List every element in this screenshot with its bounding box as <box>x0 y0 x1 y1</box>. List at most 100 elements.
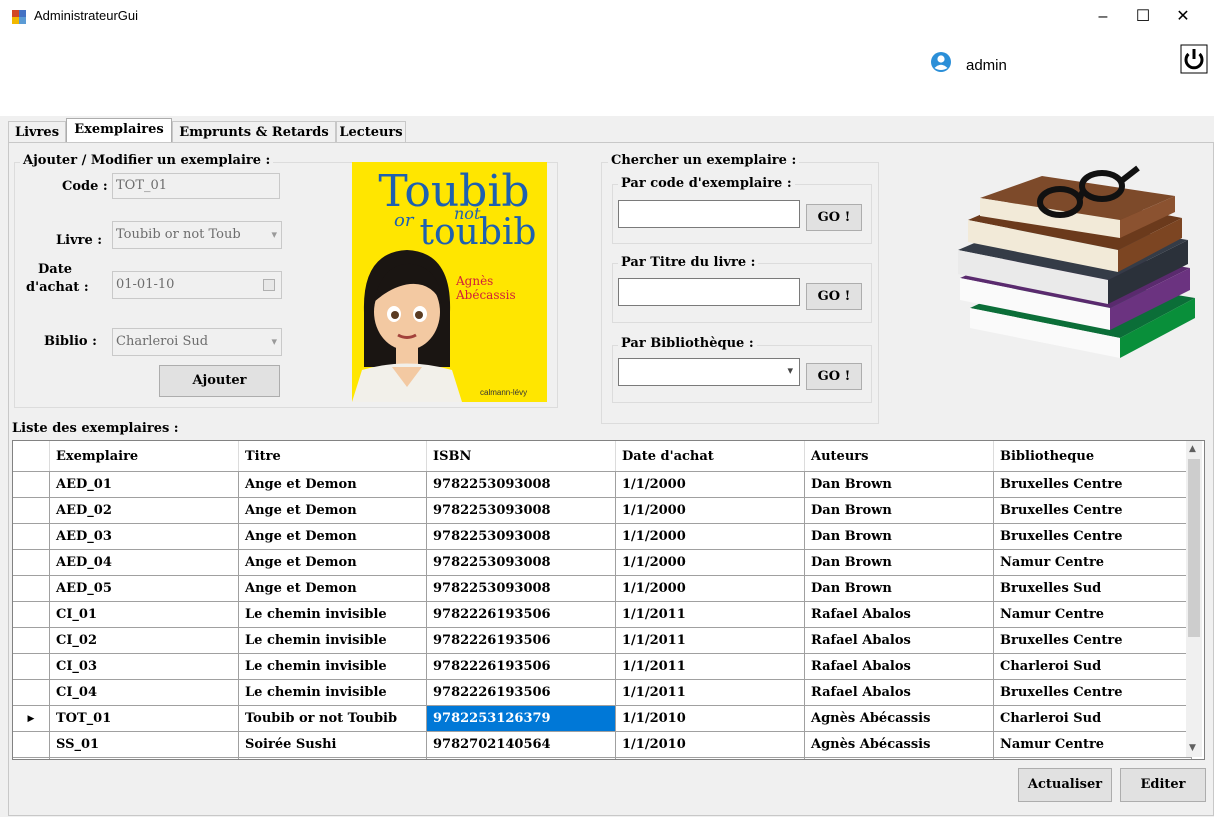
cell-bibliotheque[interactable]: Bruxelles Centre <box>993 627 1192 654</box>
code-field[interactable]: TOT_01 <box>112 173 280 199</box>
cell-exemplaire[interactable]: CI_03 <box>49 653 239 680</box>
cell-isbn[interactable]: 9782226193506 <box>426 627 616 654</box>
cell-titre[interactable]: Ange et Demon <box>238 497 427 524</box>
tab-livres[interactable]: Livres <box>8 121 66 143</box>
cell-bibliotheque[interactable]: Bruxelles Sud <box>993 575 1192 602</box>
cell-auteurs[interactable]: Agnès Abécassis <box>804 705 994 732</box>
cell-auteurs[interactable]: Dan Brown <box>804 575 994 602</box>
cell-auteurs[interactable]: Rafael Abalos <box>804 653 994 680</box>
column-header-isbn[interactable]: ISBN <box>426 441 616 472</box>
cell-isbn[interactable]: 9782253093008 <box>426 471 616 498</box>
table-row[interactable]: AED_04 Ange et Demon 9782253093008 1/1/2000… <box>13 549 1192 576</box>
cell-exemplaire[interactable]: SS_01 <box>49 731 239 758</box>
cell-titre[interactable]: Le chemin invisible <box>238 627 427 654</box>
close-button[interactable]: ✕ <box>1163 0 1203 34</box>
go-title-button[interactable]: GO ! <box>806 283 862 310</box>
go-code-button[interactable]: GO ! <box>806 204 862 231</box>
column-header-date-achat[interactable]: Date d'achat <box>615 441 805 472</box>
cell-bibliotheque[interactable]: Bruxelles Centre <box>993 523 1192 550</box>
cell-date-achat[interactable]: 1/1/2000 <box>615 497 805 524</box>
cell-titre[interactable]: Le chemin invisible <box>238 653 427 680</box>
cell-date-achat[interactable]: 1/1/2000 <box>615 575 805 602</box>
cell-auteurs[interactable]: Marguerite Abouet, ... <box>804 757 994 759</box>
cell-auteurs[interactable]: Rafael Abalos <box>804 679 994 706</box>
cell-titre[interactable]: Super Hero en Plâtre <box>238 757 427 759</box>
cell-date-achat[interactable]: 1/1/2014 <box>615 757 805 759</box>
cell-bibliotheque[interactable]: Bruxelles Centre <box>993 497 1192 524</box>
scroll-down-icon[interactable]: ▼ <box>1189 743 1196 753</box>
cell-exemplaire[interactable]: AED_01 <box>49 471 239 498</box>
cell-date-achat[interactable]: 1/1/2011 <box>615 653 805 680</box>
cell-auteurs[interactable]: Rafael Abalos <box>804 601 994 628</box>
cell-auteurs[interactable]: Dan Brown <box>804 471 994 498</box>
cell-date-achat[interactable]: 1/1/2011 <box>615 679 805 706</box>
cell-bibliotheque[interactable]: Bruxelles Centre <box>993 679 1192 706</box>
column-header-exemplaire[interactable]: Exemplaire <box>49 441 239 472</box>
refresh-button[interactable]: Actualiser <box>1018 768 1112 802</box>
go-library-button[interactable]: GO ! <box>806 363 862 390</box>
table-row[interactable]: AED_05 Ange et Demon 9782253093008 1/1/2000… <box>13 575 1192 602</box>
table-row[interactable]: CI_04 Le chemin invisible 9782226193506 1/1… <box>13 679 1192 706</box>
row-header[interactable] <box>13 471 50 498</box>
cell-bibliotheque[interactable]: Bruxelles Centre <box>993 757 1192 759</box>
cell-date-achat[interactable]: 1/1/2000 <box>615 471 805 498</box>
table-row[interactable]: CI_03 Le chemin invisible 9782226193506 1/1… <box>13 653 1192 680</box>
cell-exemplaire[interactable]: CI_02 <box>49 627 239 654</box>
search-code-input[interactable] <box>618 200 800 228</box>
cell-date-achat[interactable]: 1/1/2011 <box>615 601 805 628</box>
cell-bibliotheque[interactable]: Namur Centre <box>993 731 1192 758</box>
cell-isbn[interactable]: 9782226193506 <box>426 653 616 680</box>
cell-date-achat[interactable]: 1/1/2000 <box>615 549 805 576</box>
row-header[interactable] <box>13 575 50 602</box>
cell-auteurs[interactable]: Dan Brown <box>804 497 994 524</box>
cell-exemplaire[interactable]: CI_01 <box>49 601 239 628</box>
cell-isbn[interactable]: 9782253126379 <box>426 705 616 732</box>
cell-bibliotheque[interactable]: Bruxelles Centre <box>993 471 1192 498</box>
cell-isbn[interactable]: 9782226193506 <box>426 601 616 628</box>
cell-bibliotheque[interactable]: Charleroi Sud <box>993 705 1192 732</box>
cell-date-achat[interactable]: 1/1/2010 <box>615 731 805 758</box>
cell-isbn[interactable]: 9782253093008 <box>426 549 616 576</box>
cell-exemplaire[interactable]: SHP_01 <box>49 757 239 759</box>
tab-lecteurs[interactable]: Lecteurs <box>336 121 406 143</box>
cell-date-achat[interactable]: 1/1/2011 <box>615 627 805 654</box>
grid-vertical-scrollbar[interactable]: ▲ ▼ <box>1186 441 1202 757</box>
cell-titre[interactable]: Ange et Demon <box>238 523 427 550</box>
date-picker[interactable]: 01-01-10 <box>112 271 282 299</box>
cell-bibliotheque[interactable]: Namur Centre <box>993 549 1192 576</box>
tab-exemplaires[interactable]: Exemplaires <box>66 118 172 143</box>
cell-isbn[interactable]: 9782702140564 <box>426 731 616 758</box>
cell-isbn[interactable]: 9782253093008 <box>426 523 616 550</box>
scroll-up-icon[interactable]: ▲ <box>1189 444 1196 454</box>
biblio-select[interactable]: Charleroi Sud ▾ <box>112 328 282 356</box>
scrollbar-thumb[interactable] <box>1188 459 1200 637</box>
cell-titre[interactable]: Ange et Demon <box>238 549 427 576</box>
row-header[interactable] <box>13 523 50 550</box>
cell-titre[interactable]: Ange et Demon <box>238 471 427 498</box>
row-header[interactable] <box>13 679 50 706</box>
minimize-button[interactable]: – <box>1083 0 1123 34</box>
edit-button[interactable]: Editer <box>1120 768 1206 802</box>
cell-auteurs[interactable]: Agnès Abécassis <box>804 731 994 758</box>
column-header-auteurs[interactable]: Auteurs <box>804 441 994 472</box>
cell-isbn[interactable]: 9782226193506 <box>426 679 616 706</box>
row-header[interactable] <box>13 497 50 524</box>
add-button[interactable]: Ajouter <box>159 365 280 397</box>
row-header[interactable] <box>13 653 50 680</box>
cell-exemplaire[interactable]: CI_04 <box>49 679 239 706</box>
table-row[interactable]: CI_02 Le chemin invisible 9782226193506 1/1… <box>13 627 1192 654</box>
cell-exemplaire[interactable]: TOT_01 <box>49 705 239 732</box>
tab-emprunts-retards[interactable]: Emprunts & Retards <box>172 121 336 143</box>
table-row[interactable]: SHP_01Super Hero en Plâtre97820706395641… <box>13 757 1192 759</box>
row-header[interactable] <box>13 601 50 628</box>
cell-titre[interactable]: Le chemin invisible <box>238 679 427 706</box>
livre-select[interactable]: Toubib or not Toub ▾ <box>112 221 282 249</box>
cell-isbn[interactable]: 9782253093008 <box>426 575 616 602</box>
table-row[interactable]: AED_03 Ange et Demon 9782253093008 1/1/2000… <box>13 523 1192 550</box>
cell-auteurs[interactable]: Rafael Abalos <box>804 627 994 654</box>
table-row[interactable]: ▶ TOT_01 Toubib or not Toubib 9782253126379… <box>13 705 1192 732</box>
search-title-input[interactable] <box>618 278 800 306</box>
table-row[interactable]: AED_02 Ange et Demon 9782253093008 1/1/2000… <box>13 497 1192 524</box>
cell-titre[interactable]: Soirée Sushi <box>238 731 427 758</box>
cell-exemplaire[interactable]: AED_05 <box>49 575 239 602</box>
